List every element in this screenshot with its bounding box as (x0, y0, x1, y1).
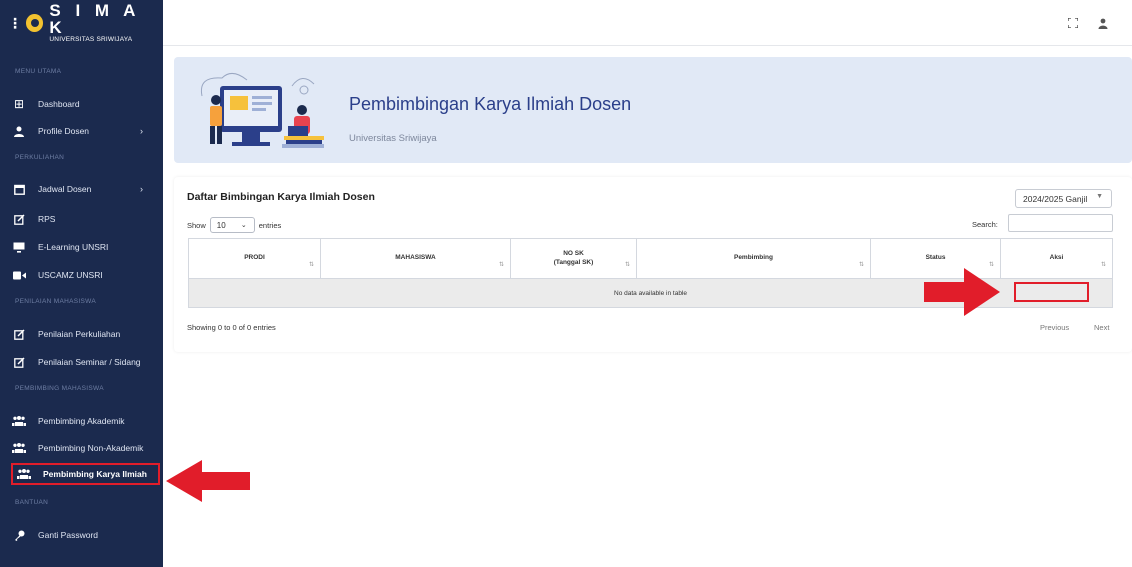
arrow-left-icon (166, 460, 250, 502)
column-label: Status (925, 254, 946, 262)
user-profile-icon[interactable] (1097, 17, 1109, 29)
video-icon (12, 268, 26, 282)
brand-subtitle: UNIVERSITAS SRIWIJAYA (49, 36, 133, 44)
sidebar-item-jadwal-dosen[interactable]: Jadwal Dosen › (0, 178, 163, 200)
unsri-logo-icon (26, 14, 44, 32)
entries-label: entries (258, 220, 282, 230)
section-bantuan: BANTUAN (15, 499, 49, 506)
brand-name: S I M A K (49, 1, 140, 38)
pagination-previous[interactable]: Previous (1040, 323, 1069, 332)
sort-icon: ⇅ (624, 262, 630, 269)
column-label: NO SK (563, 250, 584, 258)
column-header-mahasiswa[interactable]: MAHASISWA ⇅ (320, 238, 511, 279)
users-icon (12, 414, 26, 428)
sidebar-item-label: Ganti Password (38, 530, 98, 540)
search-input[interactable] (1008, 214, 1113, 232)
edit-icon (12, 327, 26, 341)
table-info: Showing 0 to 0 of 0 entries (187, 323, 276, 332)
page-banner: Pembimbingan Karya Ilmiah Dosen Universi… (174, 57, 1132, 163)
monitor-icon (12, 240, 26, 254)
sidebar-item-penilaian-seminar[interactable]: Penilaian Seminar / Sidang (0, 351, 163, 373)
sidebar-item-pembimbing-akademik[interactable]: Pembimbing Akademik (0, 410, 163, 432)
sidebar-item-label: Profile Dosen (38, 126, 90, 136)
users-icon (17, 467, 31, 481)
edit-icon (12, 212, 26, 226)
section-pembimbing-mahasiswa: PEMBIMBING MAHASISWA (15, 385, 104, 392)
sidebar-item-label: Penilaian Seminar / Sidang (38, 357, 141, 367)
sidebar-item-dashboard[interactable]: ⊞ Dashboard (0, 93, 163, 115)
sidebar-item-label: USCAMZ UNSRI (38, 270, 103, 280)
column-header-aksi[interactable]: Aksi ⇅ (1000, 238, 1113, 279)
sort-icon: ⇅ (498, 262, 504, 269)
sidebar-item-label: Dashboard (38, 99, 80, 109)
sidebar-item-ganti-password[interactable]: Ganti Password (0, 524, 163, 546)
bimbingan-card: Daftar Bimbingan Karya Ilmiah Dosen 2024… (174, 177, 1132, 352)
pagination-next[interactable]: Next (1094, 323, 1109, 332)
fullscreen-icon[interactable] (1067, 17, 1079, 29)
sidebar-item-e-learning[interactable]: E-Learning UNSRI (0, 236, 163, 258)
users-icon (12, 441, 26, 455)
column-header-pembimbing[interactable]: Pembimbing ⇅ (636, 238, 871, 279)
sort-icon: ⇅ (1100, 262, 1106, 269)
sort-icon: ⇅ (308, 262, 314, 269)
sidebar-item-penilaian-perkuliahan[interactable]: Penilaian Perkuliahan (0, 323, 163, 345)
sidebar-item-profile-dosen[interactable]: Profile Dosen › (0, 120, 163, 142)
key-icon (12, 528, 26, 542)
sidebar-item-rps[interactable]: RPS (0, 208, 163, 230)
sidebar-item-label: Pembimbing Non-Akademik (38, 443, 144, 453)
column-header-no-sk[interactable]: NO SK (Tanggal SK) ⇅ (510, 238, 637, 279)
semester-value: 2024/2025 Ganjil (1023, 193, 1088, 204)
chevron-right-icon: › (140, 126, 143, 136)
column-label: Aksi (1049, 254, 1064, 262)
sidebar-item-label: E-Learning UNSRI (38, 242, 109, 252)
sidebar-item-label: Pembimbing Karya Ilmiah (43, 469, 147, 479)
page-length-value: 10 (216, 220, 226, 230)
aksi-highlight-box (1014, 282, 1089, 302)
sidebar-item-pembimbing-non-akademik[interactable]: Pembimbing Non-Akademik (0, 437, 163, 459)
search-label: Search: (972, 220, 998, 229)
column-label: Pembimbing (733, 254, 773, 262)
page-subtitle: Universitas Sriwijaya (349, 133, 437, 144)
sidebar: ⋮ S I M A K UNIVERSITAS SRIWIJAYA MENU U… (0, 0, 163, 567)
page-title: Pembimbingan Karya Ilmiah Dosen (349, 94, 632, 114)
semester-select[interactable]: 2024/2025 Ganjil ▼ (1015, 189, 1112, 208)
chevron-right-icon: › (140, 184, 143, 194)
topbar (163, 0, 1132, 46)
sidebar-header: ⋮ S I M A K UNIVERSITAS SRIWIJAYA (0, 0, 163, 46)
column-sublabel: (Tanggal SK) (553, 258, 594, 266)
menu-toggle-icon[interactable]: ⋮ (8, 15, 22, 32)
section-penilaian-mahasiswa: PENILAIAN MAHASISWA (15, 298, 96, 305)
show-label: Show (187, 220, 206, 230)
column-label: PRODI (244, 254, 265, 262)
arrow-right-icon (924, 268, 1000, 316)
sidebar-item-label: Pembimbing Akademik (38, 416, 125, 426)
sidebar-item-label: Penilaian Perkuliahan (38, 329, 121, 339)
card-title: Daftar Bimbingan Karya Ilmiah Dosen (187, 191, 375, 203)
banner-illustration (200, 73, 324, 148)
column-label: MAHASISWA (395, 254, 436, 262)
sidebar-item-uscamz[interactable]: USCAMZ UNSRI (0, 264, 163, 286)
chevron-down-icon: ⌄ (240, 222, 247, 229)
calendar-icon (12, 182, 26, 196)
section-perkuliahan: PERKULIAHAN (15, 154, 65, 161)
edit-icon (12, 355, 26, 369)
user-icon (12, 124, 26, 138)
grid-icon: ⊞ (13, 97, 25, 111)
brand: S I M A K UNIVERSITAS SRIWIJAYA (49, 2, 163, 44)
chevron-down-icon: ▼ (1096, 193, 1103, 200)
sidebar-item-label: RPS (38, 214, 56, 224)
page-length-control: Show 10 ⌄ entries (187, 217, 281, 233)
sort-icon: ⇅ (858, 262, 864, 269)
sidebar-item-pembimbing-karya-ilmiah[interactable]: Pembimbing Karya Ilmiah (11, 463, 160, 485)
section-menu-utama: MENU UTAMA (15, 68, 62, 75)
sidebar-item-label: Jadwal Dosen (38, 184, 92, 194)
page-length-select[interactable]: 10 ⌄ (209, 217, 255, 233)
column-header-prodi[interactable]: PRODI ⇅ (188, 238, 321, 279)
